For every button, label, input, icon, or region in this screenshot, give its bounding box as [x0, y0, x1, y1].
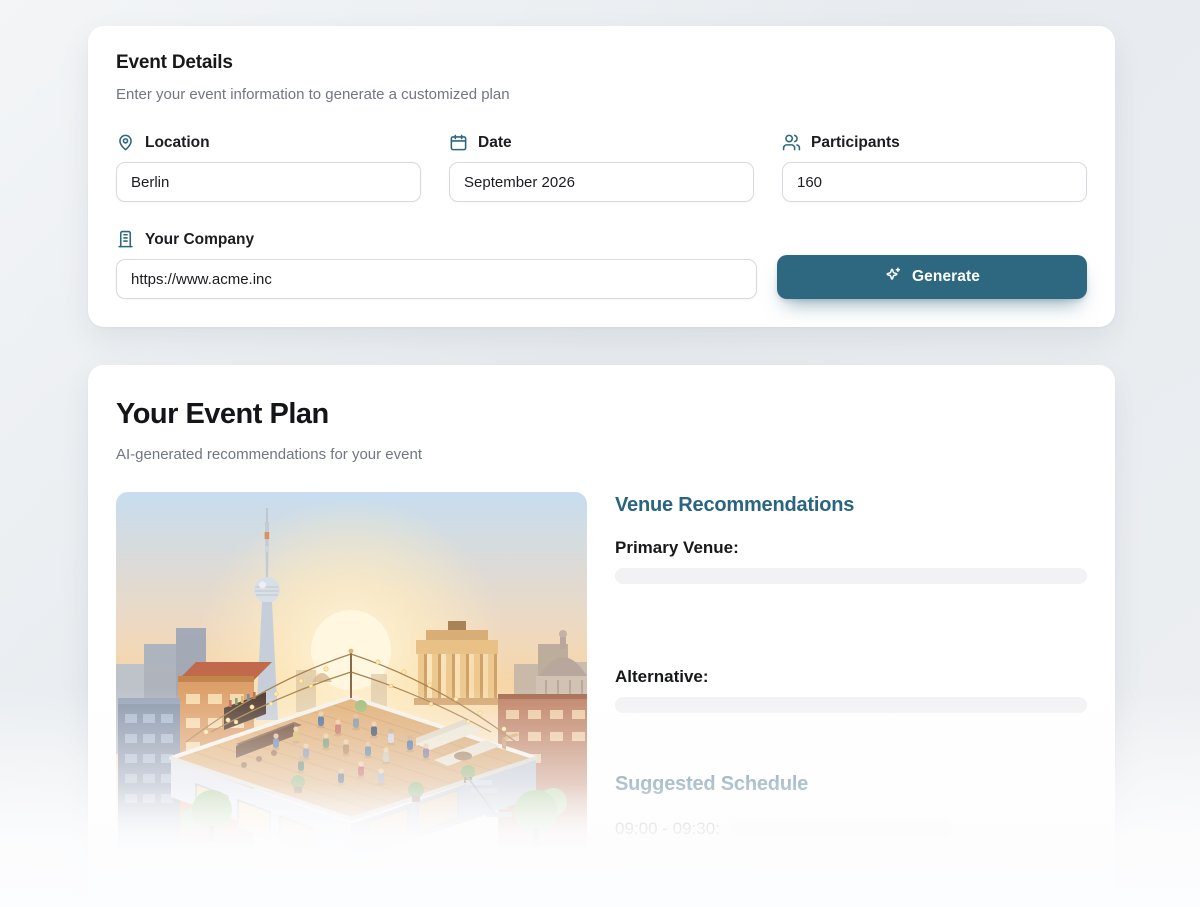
- participants-label: Participants: [782, 133, 1087, 152]
- berlin-rooftop-illustration: [116, 492, 587, 862]
- primary-venue-label: Primary Venue:: [615, 537, 1087, 559]
- generate-button-label: Generate: [912, 268, 980, 286]
- company-field-group: Your Company: [116, 230, 757, 299]
- alternative-venue-skeleton: [615, 697, 1087, 713]
- schedule-slot-skeleton: [732, 820, 952, 838]
- primary-venue-skeleton: [615, 568, 1087, 584]
- location-label-text: Location: [145, 134, 210, 152]
- plan-details-column: Venue Recommendations Primary Venue: Alt…: [615, 492, 1087, 840]
- participants-label-text: Participants: [811, 134, 900, 152]
- location-input[interactable]: [116, 162, 421, 202]
- event-details-card: Event Details Enter your event informati…: [88, 26, 1115, 327]
- location-label: Location: [116, 133, 421, 152]
- suggested-schedule-heading: Suggested Schedule: [615, 773, 1087, 796]
- users-icon: [782, 133, 801, 152]
- event-illustration: [116, 492, 587, 862]
- company-label-text: Your Company: [145, 231, 254, 249]
- date-label-text: Date: [478, 134, 512, 152]
- venue-recommendations-heading: Venue Recommendations: [615, 494, 1087, 517]
- sparkles-icon: [884, 266, 902, 289]
- location-field-group: Location: [116, 133, 421, 202]
- date-input[interactable]: [449, 162, 754, 202]
- event-plan-subtitle: AI-generated recommendations for your ev…: [116, 445, 1087, 465]
- event-details-title: Event Details: [116, 52, 1087, 74]
- participants-input[interactable]: [782, 162, 1087, 202]
- participants-field-group: Participants: [782, 133, 1087, 202]
- page-container: Event Details Enter your event informati…: [88, 0, 1115, 907]
- generate-button[interactable]: Generate: [777, 255, 1087, 299]
- calendar-icon: [449, 133, 468, 152]
- event-plan-card: Your Event Plan AI-generated recommendat…: [88, 365, 1115, 907]
- schedule-slot-time: 09:00 - 09:30:: [615, 818, 720, 840]
- fields-row: Location Date Participants: [116, 133, 1087, 202]
- company-input[interactable]: [116, 259, 757, 299]
- plan-content-row: Venue Recommendations Primary Venue: Alt…: [116, 492, 1087, 862]
- date-label: Date: [449, 133, 754, 152]
- company-row: Your Company Generate: [116, 230, 1087, 299]
- event-plan-title: Your Event Plan: [116, 397, 1087, 431]
- company-label: Your Company: [116, 230, 757, 249]
- event-details-subtitle: Enter your event information to generate…: [116, 86, 1087, 103]
- map-pin-icon: [116, 133, 135, 152]
- schedule-slot-row: 09:00 - 09:30:: [615, 818, 1087, 840]
- date-field-group: Date: [449, 133, 754, 202]
- alternative-venue-label: Alternative:: [615, 666, 1087, 688]
- building-icon: [116, 230, 135, 249]
